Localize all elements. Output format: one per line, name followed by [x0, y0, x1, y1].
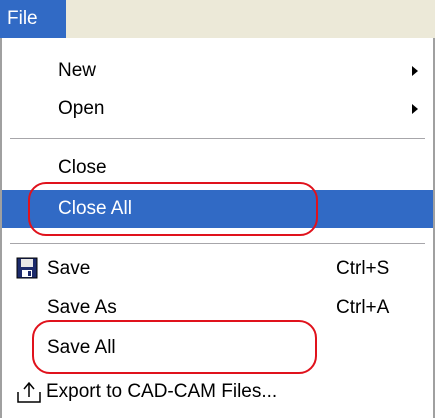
menu-item-new-label: New: [58, 60, 97, 81]
menu-item-save-as-shortcut: Ctrl+A: [336, 297, 390, 318]
menu-item-save-all-label: Save All: [47, 337, 116, 358]
menu-item-new[interactable]: New: [2, 53, 433, 89]
submenu-arrow-icon: [412, 104, 418, 114]
menu-item-save-as-label: Save As: [47, 297, 117, 318]
submenu-arrow-icon: [412, 66, 418, 76]
menu-separator: [10, 243, 425, 245]
menu-item-close-label: Close: [58, 157, 107, 178]
floppy-disk-icon: [16, 257, 38, 285]
export-icon: [16, 380, 42, 410]
menu-bar: File: [0, 0, 435, 39]
menubar-file[interactable]: File: [0, 0, 66, 38]
menu-item-close[interactable]: Close: [2, 150, 433, 186]
menu-item-save-label: Save: [47, 258, 91, 279]
menu-item-close-all-label: Close All: [58, 198, 132, 219]
menubar-file-label: File: [7, 8, 38, 29]
file-menu: New Open Close Close All Save Ctrl+S Sav…: [0, 38, 435, 418]
menu-item-save[interactable]: Save Ctrl+S: [2, 251, 433, 287]
menu-item-save-all[interactable]: Save All: [2, 330, 433, 366]
menu-item-export-label: Export to CAD-CAM Files...: [46, 381, 278, 402]
menu-item-close-all[interactable]: Close All: [2, 190, 433, 228]
menu-separator: [10, 138, 425, 140]
menu-item-open-label: Open: [58, 98, 105, 119]
menu-item-save-as[interactable]: Save As Ctrl+A: [2, 290, 433, 326]
menu-item-save-shortcut: Ctrl+S: [336, 258, 390, 279]
menu-item-open[interactable]: Open: [2, 91, 433, 127]
menu-item-export[interactable]: Export to CAD-CAM Files...: [2, 374, 433, 410]
